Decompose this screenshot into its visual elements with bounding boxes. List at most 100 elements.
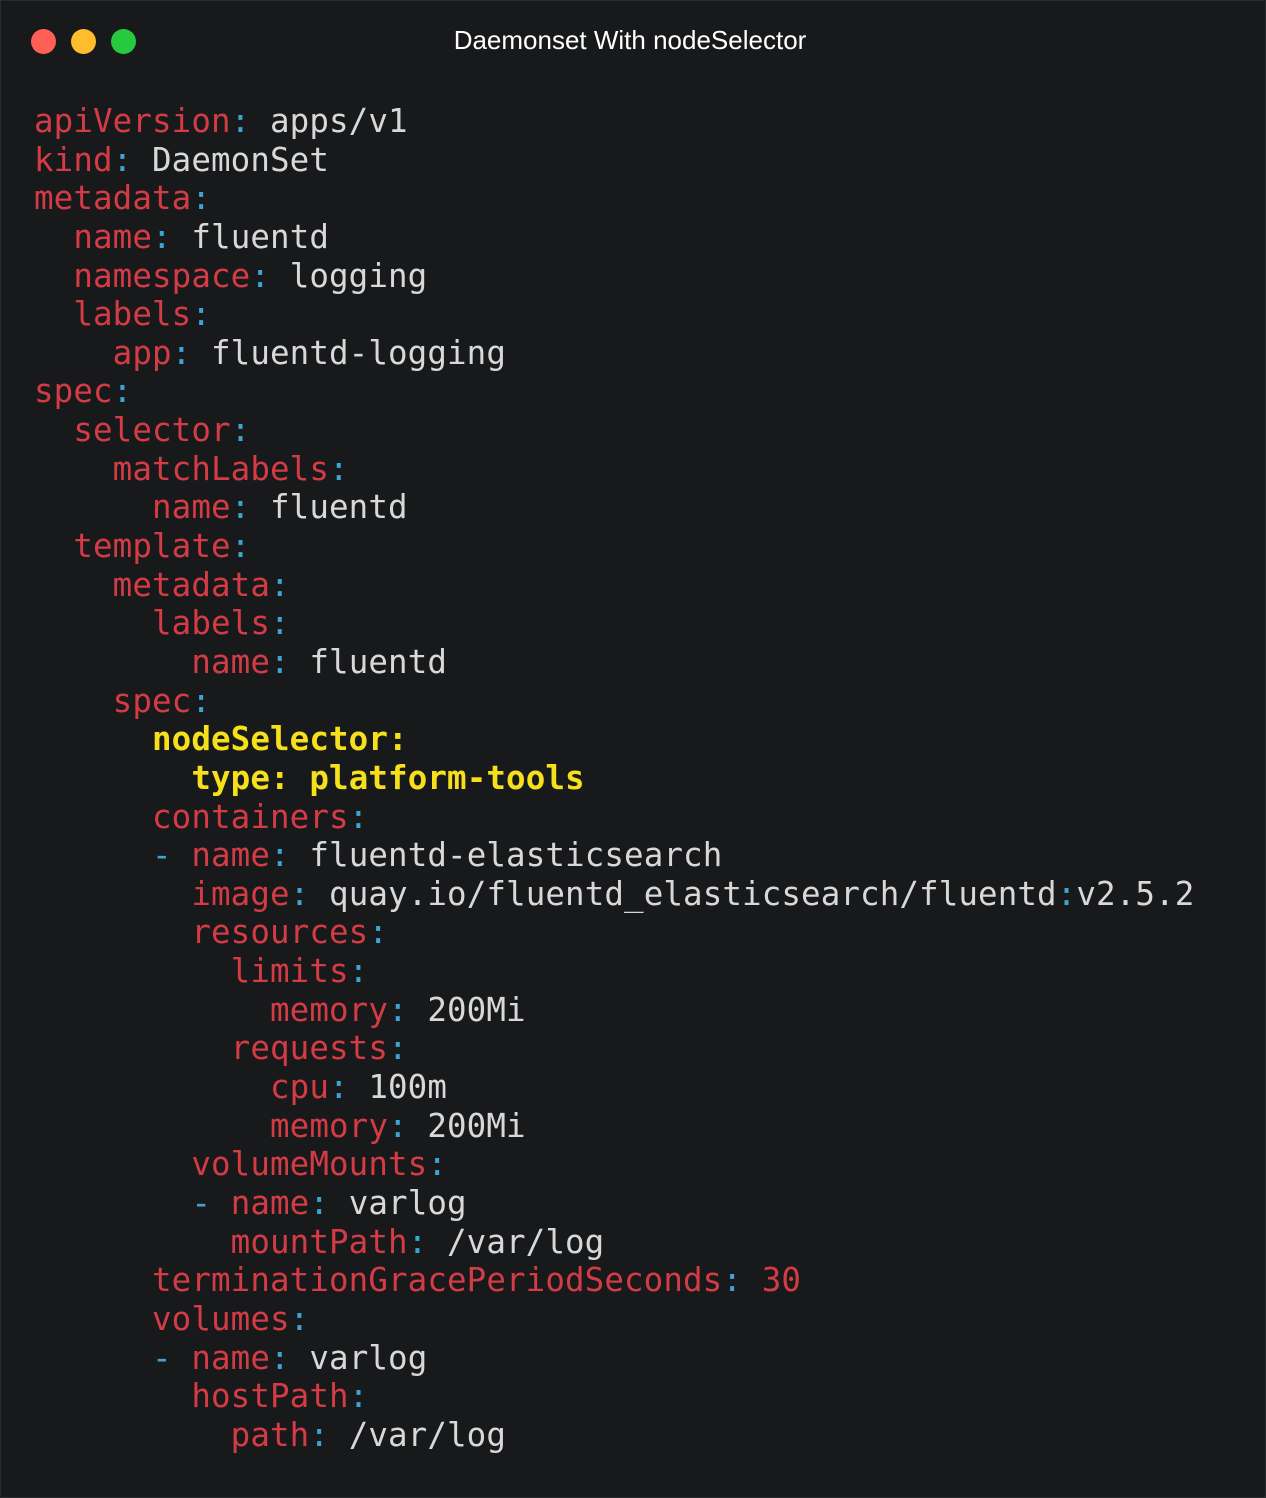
code-line: matchLabels: [34,450,1194,489]
code-line: cpu: 100m [34,1068,1194,1107]
yaml-key: type [191,758,271,797]
yaml-colon: : [112,140,133,179]
yaml-colon: : [407,1222,428,1261]
yaml-key: kind [34,140,113,179]
code-line: image: quay.io/fluentd_elasticsearch/flu… [34,875,1194,914]
code-line: volumeMounts: [34,1145,1194,1184]
yaml-colon: : [230,488,251,527]
yaml-key: metadata [112,565,271,604]
yaml-colon: : [230,102,251,140]
yaml-key: terminationGracePeriodSeconds [152,1261,723,1300]
code-line: spec: [34,372,1194,411]
code-line: labels: [34,295,1194,334]
code-line: volumes: [34,1300,1194,1339]
code-line: - name: varlog [34,1339,1194,1378]
code-line: apiVersion: apps/v1 [34,102,1194,141]
yaml-key: memory [270,990,388,1029]
yaml-value: fluentd-elasticsearch [309,836,723,875]
yaml-value: /var/log [348,1415,507,1454]
yaml-colon: : [270,836,290,875]
yaml-value: 30 [761,1261,802,1300]
code-line: app: fluentd-logging [34,334,1194,373]
list-dash: - [152,836,192,875]
yaml-key: volumes [152,1299,290,1338]
yaml-value: 200Mi [427,990,526,1029]
yaml-key: image [191,874,290,913]
code-line: name: fluentd [34,643,1194,682]
yaml-colon: : [289,874,310,913]
yaml-colon: : [191,179,212,218]
yaml-key: labels [73,295,192,334]
yaml-key: app [112,333,172,372]
yaml-key: matchLabels [112,449,330,488]
yaml-key: limits [230,952,349,991]
yaml-colon: : [250,256,271,295]
yaml-colon: : [388,720,408,759]
yaml-value: 100m [368,1068,448,1107]
list-dash: - [191,1183,231,1222]
code-line: type: platform-tools [34,759,1194,798]
yaml-colon: : [289,1299,310,1338]
yaml-colon: : [270,758,290,797]
yaml-key: apiVersion [34,102,231,140]
yaml-key: name [73,217,153,256]
yaml-colon: : [1056,874,1077,913]
yaml-colon: : [270,604,290,643]
yaml-value: apps/v1 [270,102,408,140]
yaml-colon: : [368,913,389,952]
yaml-key: template [73,527,231,566]
yaml-value: varlog [348,1183,467,1222]
yaml-key: name [152,488,231,527]
yaml-key: mountPath [230,1222,408,1261]
code-window: Daemonset With nodeSelector apiVersion: … [0,0,1266,1498]
yaml-value: 200Mi [427,1106,526,1145]
yaml-value: quay.io/fluentd_elasticsearch/fluentd [329,874,1057,913]
list-dash: - [152,1338,192,1377]
yaml-key: resources [191,913,369,952]
code-line: memory: 200Mi [34,1107,1194,1146]
yaml-colon: : [309,1415,330,1454]
yaml-colon: : [171,333,192,372]
yaml-value: fluentd [270,488,408,527]
yaml-colon: : [329,1068,349,1107]
yaml-colon: : [348,952,369,991]
yaml-colon: : [152,217,172,256]
yaml-key: spec [112,681,192,720]
code-line: spec: [34,682,1194,721]
yaml-colon: : [388,990,408,1029]
code-line: nodeSelector: [34,720,1194,759]
yaml-key: path [230,1415,310,1454]
yaml-value: fluentd [191,217,330,256]
yaml-key: nodeSelector [152,720,388,759]
yaml-colon: : [230,411,251,450]
code-line: namespace: logging [34,257,1194,296]
code-line: requests: [34,1029,1194,1068]
code-line: mountPath: /var/log [34,1223,1194,1262]
yaml-value: varlog [309,1338,428,1377]
code-line: limits: [34,952,1194,991]
yaml-key: labels [152,604,270,643]
code-line: name: fluentd [34,218,1194,257]
code-line: memory: 200Mi [34,991,1194,1030]
yaml-colon: : [191,681,212,720]
code-line: - name: varlog [34,1184,1194,1223]
yaml-key: spec [34,372,113,411]
code-line: terminationGracePeriodSeconds: 30 [34,1261,1194,1300]
yaml-key: requests [230,1029,389,1068]
yaml-value: fluentd-logging [211,333,507,372]
yaml-colon: : [388,1106,408,1145]
code-line: metadata: [34,566,1194,605]
yaml-key: cpu [270,1068,329,1107]
yaml-colon: : [427,1145,448,1184]
yaml-value: platform-tools [309,758,585,797]
yaml-key: namespace [73,256,251,295]
yaml-colon: : [270,565,290,604]
yaml-value: logging [289,256,428,295]
yaml-colon: : [270,1338,290,1377]
code-line: kind: DaemonSet [34,141,1194,180]
yaml-key: volumeMounts [191,1145,428,1184]
yaml-key: containers [152,797,349,836]
code-block: apiVersion: apps/v1 kind: DaemonSet metada… [34,102,1194,1454]
code-line: selector: [34,411,1194,450]
window-title: Daemonset With nodeSelector [453,25,807,55]
